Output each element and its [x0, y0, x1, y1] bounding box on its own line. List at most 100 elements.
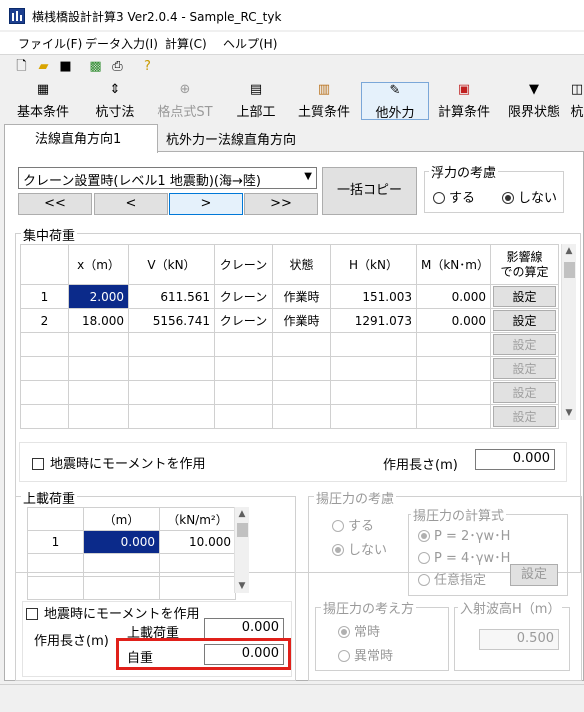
scrollbar-thumb[interactable] — [237, 523, 248, 537]
cell-v[interactable] — [128, 380, 215, 405]
basic-conditions-icon: ▦ — [36, 82, 50, 97]
cell-x[interactable] — [68, 332, 129, 357]
scroll-up-icon[interactable]: ▲ — [562, 246, 576, 256]
row-index — [20, 404, 69, 429]
uplift-approach-title: 揚圧力の考え方 — [321, 598, 417, 617]
load-case-select[interactable]: クレーン設置時(レベル1 地震動)(海→陸) ▼ — [18, 167, 317, 189]
cell-crane[interactable] — [214, 332, 273, 357]
uplift-formula-title: 揚圧力の計算式 — [411, 505, 507, 524]
cell-x[interactable] — [68, 404, 129, 429]
row-index — [20, 356, 69, 381]
surcharge-load-input[interactable]: 0.000 — [204, 618, 284, 639]
toolbar-soil-conditions[interactable]: ▥ 土質条件 — [292, 82, 356, 120]
cell-h[interactable] — [330, 332, 417, 357]
action-length-input[interactable]: 0.000 — [475, 449, 555, 470]
cell-kn[interactable] — [159, 576, 236, 600]
cell-crane[interactable]: クレーン — [214, 284, 273, 309]
cell-v[interactable]: 611.561 — [128, 284, 215, 309]
surcharge-table-scrollbar[interactable]: ▲ ▼ — [234, 507, 249, 593]
bulk-copy-button[interactable]: 一括コピー — [322, 167, 417, 215]
cell-crane[interactable] — [214, 380, 273, 405]
cell-x[interactable]: 18.000 — [68, 308, 129, 333]
cell-v[interactable] — [128, 332, 215, 357]
nav-first-button[interactable]: << — [18, 193, 92, 215]
cell-state[interactable] — [272, 404, 331, 429]
table-row: 設定 — [20, 356, 559, 381]
cell-h[interactable]: 151.003 — [330, 284, 417, 309]
toolbar-other-forces[interactable]: ✎ 他外力 — [361, 82, 429, 121]
cell-kn[interactable] — [159, 553, 236, 577]
nav-prev-button[interactable]: < — [94, 193, 168, 215]
open-folder-icon[interactable]: ▰ — [35, 58, 52, 75]
new-file-icon[interactable]: 🗋 — [13, 58, 30, 75]
toolbar-superstructure[interactable]: ▤ 上部工 — [230, 82, 282, 120]
print-icon[interactable]: ⎙ — [109, 58, 126, 75]
help-icon[interactable]: ? — [139, 58, 156, 75]
influence-setting-button[interactable]: 設定 — [493, 286, 556, 307]
cell-v[interactable] — [128, 356, 215, 381]
toolbar-pile-dimension[interactable]: ⇕ 杭寸法 — [88, 82, 142, 120]
scroll-down-icon[interactable]: ▼ — [235, 581, 249, 591]
surcharge-seismic-moment-checkbox[interactable]: 地震時にモーメントを作用 — [26, 603, 203, 622]
tab-normal-direction-1[interactable]: 法線直角方向1 — [4, 124, 158, 153]
row-index — [20, 380, 69, 405]
toolbar-calc-conditions[interactable]: ▣ 計算条件 — [432, 82, 496, 120]
cell-state[interactable]: 作業時 — [272, 284, 331, 309]
cell-m[interactable]: 0.000 — [416, 284, 491, 309]
surcharge-load-title: 上載荷重 — [21, 488, 78, 507]
checkbox-icon — [26, 608, 38, 620]
cell-v[interactable] — [128, 404, 215, 429]
highlight-box — [116, 638, 291, 670]
toolbar-basic-conditions[interactable]: ▦ 基本条件 — [10, 82, 76, 120]
influence-setting-button[interactable]: 設定 — [493, 310, 556, 331]
cell-h[interactable] — [330, 380, 417, 405]
row-index: 1 — [20, 284, 69, 309]
cell-m[interactable] — [416, 356, 491, 381]
menu-calculate[interactable]: 計算(C) — [165, 35, 207, 52]
scroll-up-icon[interactable]: ▲ — [235, 509, 249, 519]
toolbar-pile[interactable]: ◫ 杭 — [570, 82, 584, 120]
cell-kn[interactable]: 10.000 — [159, 530, 236, 554]
save-icon[interactable]: ■ — [57, 58, 74, 75]
table-row: 設定 — [20, 404, 559, 429]
cell-m[interactable]: 0.000 — [416, 308, 491, 333]
cell-x[interactable] — [68, 356, 129, 381]
menu-divider — [0, 54, 584, 55]
nav-next-button[interactable]: > — [169, 193, 243, 215]
cell-crane[interactable]: クレーン — [214, 308, 273, 333]
cell-state[interactable] — [272, 356, 331, 381]
buoyancy-no-radio[interactable]: しない — [502, 187, 557, 206]
buoyancy-yes-radio[interactable]: する — [433, 187, 475, 206]
cell-m[interactable] — [416, 404, 491, 429]
cell-state[interactable] — [272, 332, 331, 357]
menu-data-input[interactable]: データ入力(I) — [85, 35, 158, 52]
menu-file[interactable]: ファイル(F) — [18, 35, 82, 52]
scrollbar-thumb[interactable] — [564, 262, 575, 278]
nav-last-button[interactable]: >> — [244, 193, 318, 215]
table-row — [27, 553, 236, 577]
cell-m[interactable] — [83, 553, 160, 577]
cell-m[interactable]: 0.000 — [83, 530, 160, 554]
cell-state[interactable]: 作業時 — [272, 308, 331, 333]
seismic-moment-checkbox[interactable]: 地震時にモーメントを作用 — [32, 453, 205, 472]
toolbar-limit-state[interactable]: ▼ 限界状態 — [502, 82, 566, 120]
cell-state[interactable] — [272, 380, 331, 405]
cell-h[interactable] — [330, 356, 417, 381]
cell-crane[interactable] — [214, 356, 273, 381]
menu-help[interactable]: ヘルプ(H) — [223, 35, 277, 52]
calculator-icon[interactable]: ▩ — [87, 58, 104, 75]
cell-h[interactable] — [330, 404, 417, 429]
tab-pile-force-normal[interactable]: 杭外力ー法線直角方向 — [158, 126, 328, 152]
cell-x[interactable]: 2.000 — [68, 284, 129, 309]
cell-v[interactable]: 5156.741 — [128, 308, 215, 333]
cell-x[interactable] — [68, 380, 129, 405]
cell-h[interactable]: 1291.073 — [330, 308, 417, 333]
cell-m[interactable] — [416, 332, 491, 357]
cell-m[interactable] — [416, 380, 491, 405]
scroll-down-icon[interactable]: ▼ — [562, 408, 576, 418]
cell-m[interactable] — [83, 576, 160, 600]
col-header-index — [20, 244, 69, 285]
influence-setting-button: 設定 — [493, 382, 556, 403]
cell-crane[interactable] — [214, 404, 273, 429]
load-table-scrollbar[interactable]: ▲ ▼ — [561, 244, 576, 420]
